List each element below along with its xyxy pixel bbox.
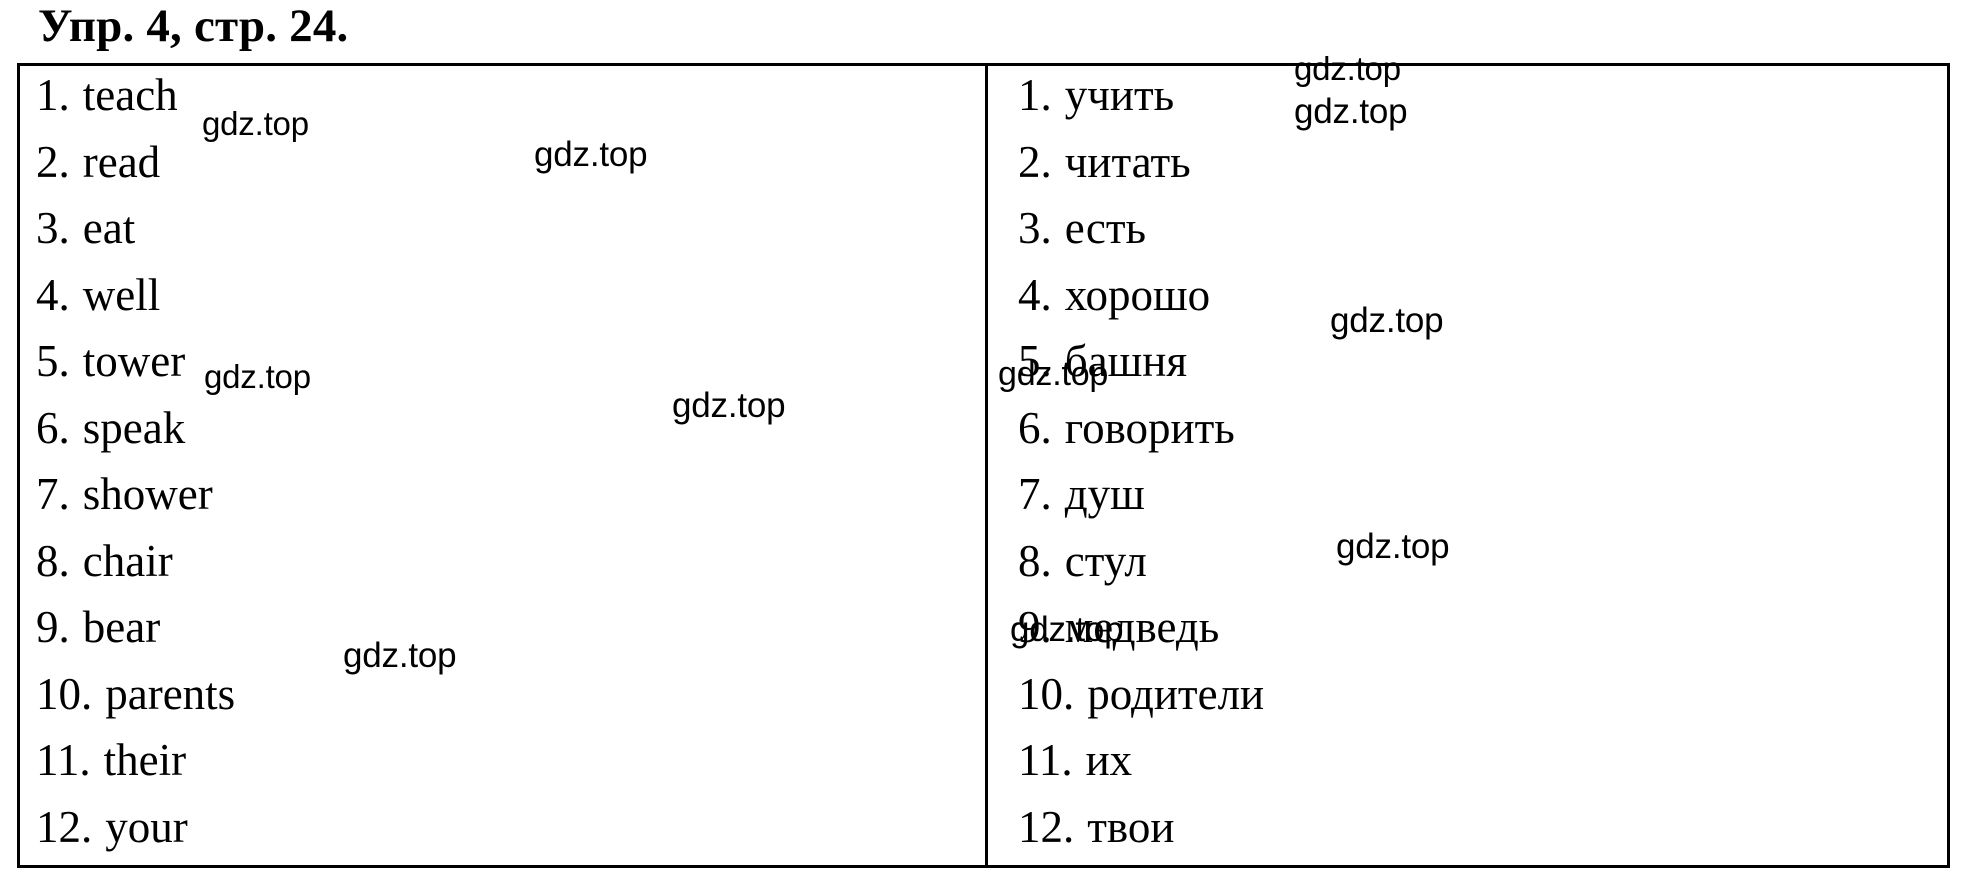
word-text: хорошо (1064, 269, 1211, 320)
word-number: 3. (1018, 203, 1052, 253)
word-number: 1. (36, 70, 70, 120)
word-row: 6. говорить (1018, 395, 1264, 462)
watermark-gdz-top: gdz.top (1330, 301, 1444, 340)
word-number: 3. (36, 203, 70, 253)
word-text: read (82, 136, 161, 187)
word-number: 2. (1018, 136, 1052, 187)
word-row: 11. their (36, 727, 235, 794)
watermark-gdz-top: gdz.top (534, 135, 648, 174)
word-row: 6. speak (36, 395, 235, 462)
word-number: 6. (36, 402, 70, 453)
word-number: 8. (36, 535, 70, 586)
word-row: 11. их (1018, 727, 1264, 794)
word-row: 2. читать (1018, 129, 1264, 196)
word-text: speak (82, 402, 186, 453)
word-number: 2. (36, 136, 70, 187)
word-number: 10. (36, 668, 93, 719)
word-row: 3. eat (36, 195, 235, 262)
word-text: well (82, 269, 161, 320)
word-number: 12. (36, 801, 93, 852)
word-number: 4. (36, 269, 70, 320)
word-text: говорить (1064, 402, 1235, 453)
watermark-gdz-top: gdz.top (1294, 92, 1408, 131)
word-number: 6. (1018, 402, 1052, 453)
word-row: 12. твои (1018, 794, 1264, 861)
word-row: 10. родители (1018, 661, 1264, 728)
watermark-gdz-top: gdz.top (672, 386, 786, 425)
watermark-gdz-top: gdz.top (1336, 527, 1450, 566)
word-row: 10. parents (36, 661, 235, 728)
word-number: 7. (1018, 469, 1052, 519)
word-text: their (103, 735, 187, 785)
word-text: shower (82, 469, 213, 519)
word-text: parents (105, 668, 236, 719)
word-row: 8. стул (1018, 528, 1264, 595)
word-text: bear (82, 602, 161, 652)
word-text: стул (1064, 535, 1147, 586)
word-text: есть (1064, 203, 1147, 253)
word-text: твои (1087, 801, 1175, 852)
english-word-column: 1. teach 2. read 3. eat 4. well 5. tower 6. speak 7.… (36, 66, 235, 861)
word-text: teach (82, 70, 178, 120)
russian-word-column: 1. учить 2. читать 3. есть 4. хорошо 5. башня 6. го… (1018, 66, 1264, 861)
word-number: 4. (1018, 269, 1052, 320)
word-number: 12. (1018, 801, 1075, 852)
word-text: your (105, 801, 188, 852)
word-row: 7. shower (36, 461, 235, 528)
word-text: родители (1087, 668, 1265, 719)
watermark-gdz-top: gdz.top (204, 358, 311, 395)
word-number: 9. (36, 602, 70, 652)
word-row: 7. душ (1018, 461, 1264, 528)
word-row: 9. bear (36, 594, 235, 661)
answer-table: 1. teach 2. read 3. eat 4. well 5. tower 6. speak 7.… (17, 63, 1950, 868)
word-text: eat (82, 203, 136, 253)
page-title: Упр. 4, стр. 24. (38, 0, 349, 52)
word-text: читать (1064, 136, 1191, 187)
word-number: 11. (36, 735, 91, 785)
word-row: 4. well (36, 262, 235, 329)
word-text: учить (1064, 70, 1175, 120)
word-number: 7. (36, 469, 70, 519)
word-number: 1. (1018, 70, 1052, 120)
word-row: 4. хорошо (1018, 262, 1264, 329)
word-row: 8. chair (36, 528, 235, 595)
word-number: 5. (36, 336, 70, 386)
word-row: 3. есть (1018, 195, 1264, 262)
word-number: 11. (1018, 735, 1073, 785)
word-text: их (1085, 735, 1133, 785)
word-text: tower (82, 336, 186, 386)
watermark-gdz-top: gdz.top (998, 355, 1109, 393)
worksheet-page: Упр. 4, стр. 24. 1. teach 2. read 3. eat 4. wel… (0, 0, 1975, 894)
watermark-gdz-top: gdz.top (343, 636, 457, 675)
word-number: 8. (1018, 535, 1052, 586)
watermark-gdz-top: gdz.top (1010, 610, 1124, 649)
word-row: 12. your (36, 794, 235, 861)
word-text: душ (1064, 469, 1145, 519)
word-row: 1. учить (1018, 66, 1264, 129)
watermark-gdz-top: gdz.top (1294, 50, 1401, 87)
word-number: 10. (1018, 668, 1075, 719)
column-divider (985, 66, 988, 865)
word-text: chair (82, 535, 173, 586)
watermark-gdz-top: gdz.top (202, 105, 309, 142)
